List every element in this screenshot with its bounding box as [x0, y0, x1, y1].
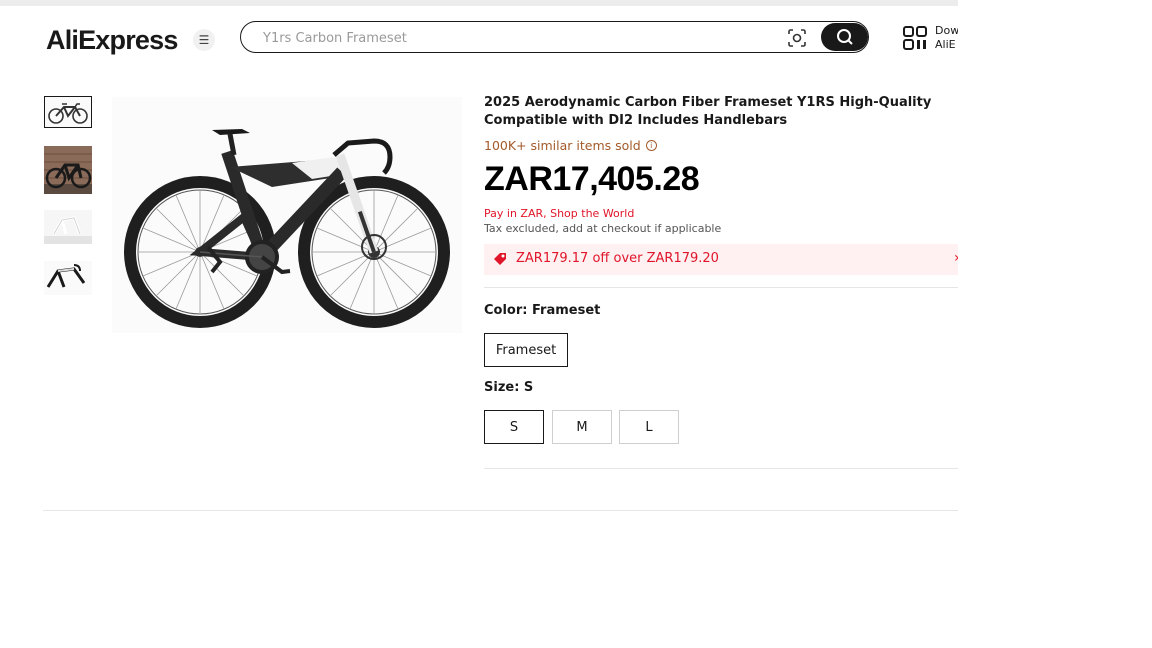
- size-option-m[interactable]: M: [552, 410, 612, 444]
- section-divider: [43, 510, 958, 511]
- size-label: Size: S: [484, 380, 534, 395]
- size-option-label: L: [645, 419, 653, 435]
- bike-main-image: [112, 97, 462, 333]
- aliexpress-logo[interactable]: AliExpress: [46, 22, 178, 58]
- logo-text: AliExpress: [46, 24, 178, 55]
- size-option-l[interactable]: L: [619, 410, 679, 444]
- size-option-label: M: [576, 419, 588, 435]
- color-label: Color: Frameset: [484, 303, 601, 318]
- browser-top-strip: [0, 0, 958, 6]
- qr-code-icon[interactable]: [903, 26, 927, 50]
- download-app-link[interactable]: Dow AliE: [935, 24, 958, 52]
- blank-area: [958, 0, 1152, 648]
- tax-note: Tax excluded, add at checkout if applica…: [484, 222, 722, 235]
- sold-text: 100K+ similar items sold: [484, 138, 641, 153]
- coupon-text: ZAR179.17 off over ZAR179.20: [516, 251, 719, 266]
- menu-button[interactable]: ☰: [193, 29, 215, 51]
- search-button[interactable]: [821, 23, 868, 51]
- pay-in-currency-note[interactable]: Pay in ZAR, Shop the World: [484, 207, 634, 220]
- download-line-2: AliE: [935, 38, 956, 51]
- thumbnail-2[interactable]: [44, 146, 92, 194]
- color-option-frameset[interactable]: Frameset: [484, 333, 568, 367]
- image-search-icon[interactable]: [787, 28, 807, 48]
- white-frame-image: [44, 210, 92, 244]
- main-product-image[interactable]: [112, 97, 462, 333]
- search-icon: [836, 29, 853, 45]
- thumbnail-1[interactable]: [44, 96, 92, 128]
- divider: [484, 287, 958, 288]
- search-input[interactable]: [261, 27, 765, 49]
- hamburger-icon: ☰: [198, 33, 210, 47]
- coupon-banner[interactable]: ZAR179.17 off over ZAR179.20 ›: [484, 244, 958, 275]
- price: ZAR17,405.28: [484, 160, 700, 198]
- bike-brick-wall-image: [44, 146, 92, 194]
- color-option-label: Frameset: [495, 342, 557, 358]
- thumbnail-4[interactable]: [44, 261, 92, 295]
- divider: [484, 468, 958, 469]
- thumbnail-3[interactable]: [44, 210, 92, 244]
- coupon-tag-icon: [494, 253, 506, 265]
- download-line-1: Dow: [935, 24, 958, 37]
- frame-handlebar-image: [44, 261, 92, 295]
- search-bar[interactable]: [240, 21, 869, 53]
- size-option-s[interactable]: S: [484, 410, 544, 444]
- bike-thumbnail-image: [45, 97, 91, 127]
- size-option-label: S: [509, 419, 519, 435]
- sold-count: 100K+ similar items sold i: [484, 138, 657, 153]
- page-viewport: AliExpress ☰ Dow AliE: [0, 0, 958, 648]
- info-icon[interactable]: i: [645, 140, 657, 151]
- product-title: 2025 Aerodynamic Carbon Fiber Frameset Y…: [484, 95, 932, 128]
